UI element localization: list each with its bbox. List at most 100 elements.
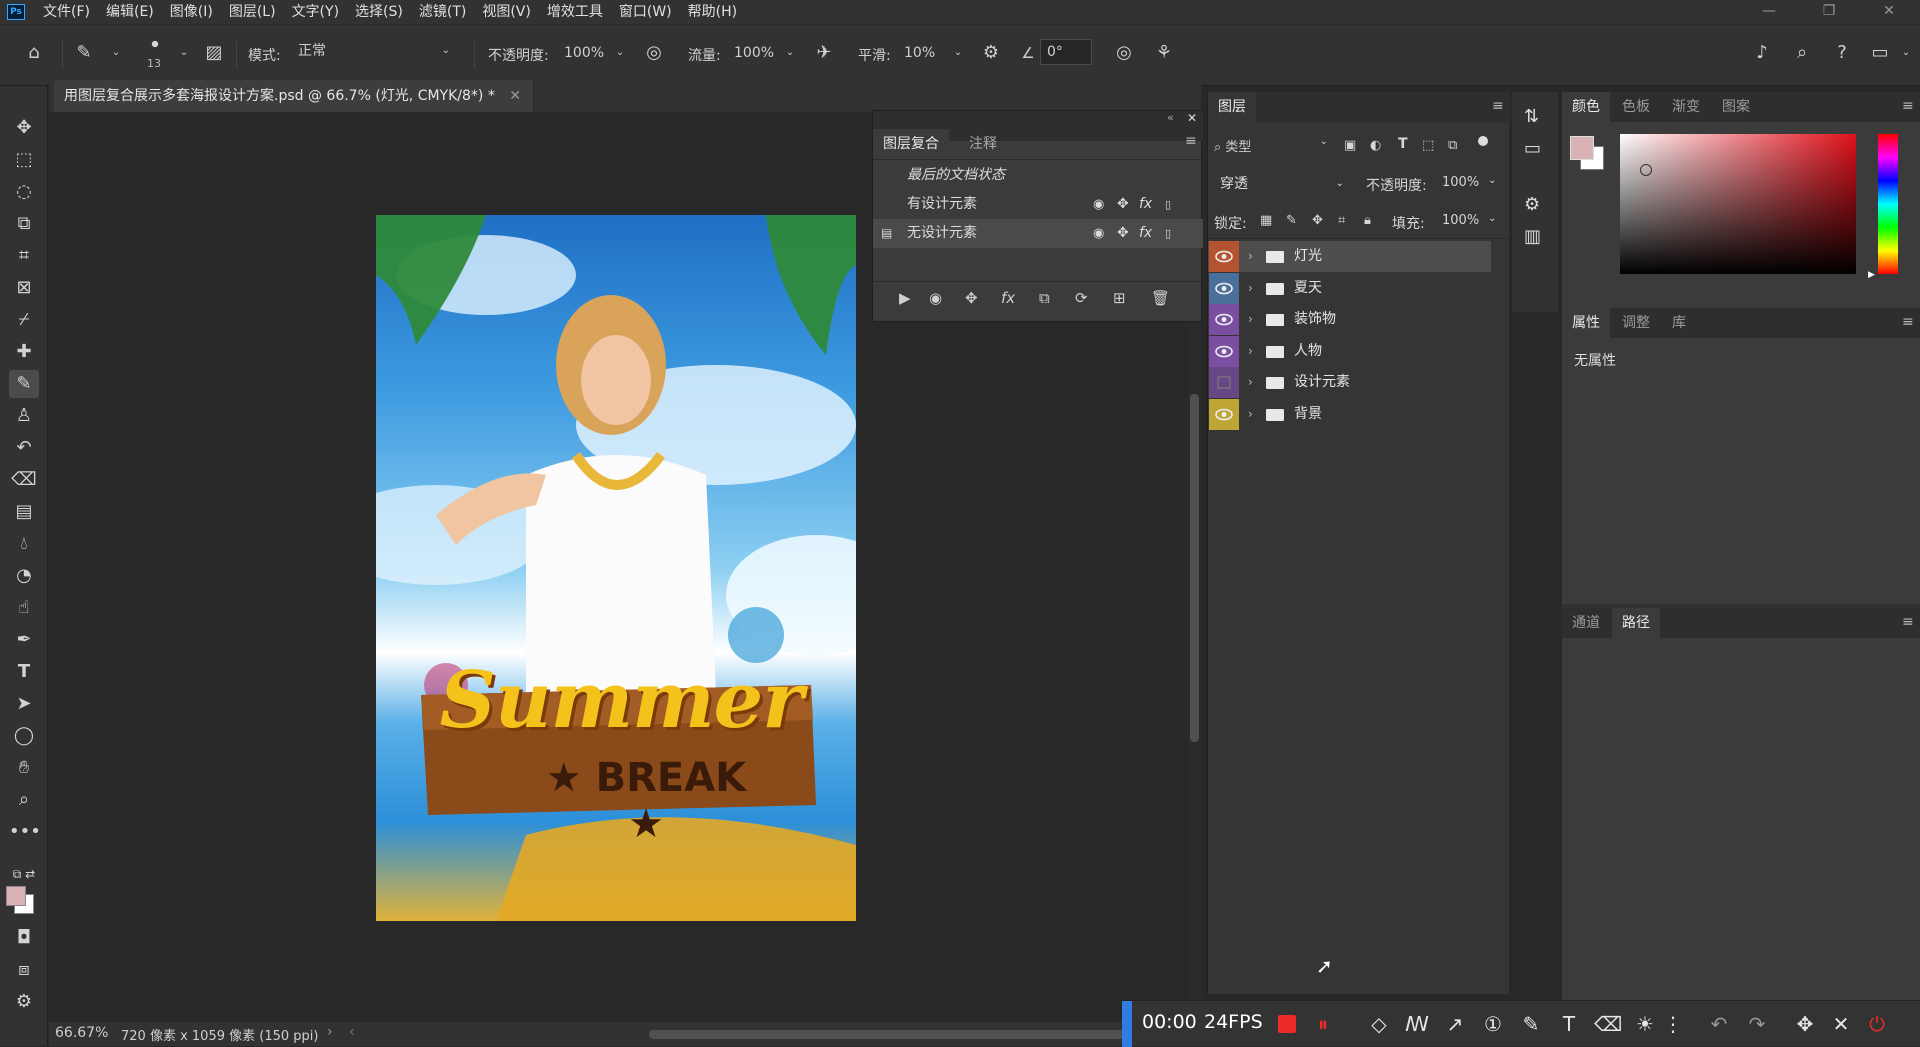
tab-gradients[interactable]: 渐变: [1662, 92, 1710, 122]
spotlight-icon[interactable]: ☀: [1632, 1011, 1658, 1037]
hue-slider-marker[interactable]: ▶: [1868, 270, 1875, 280]
home-icon[interactable]: ⌂: [22, 41, 46, 65]
symmetry-icon[interactable]: ⚘: [1152, 41, 1176, 65]
blend-mode-select[interactable]: 穿透 ⌄: [1214, 172, 1350, 196]
bell-icon[interactable]: ♪: [1750, 41, 1774, 65]
panel-menu-icon[interactable]: ≡: [1902, 98, 1914, 114]
layer-visibility-icon[interactable]: [1209, 304, 1239, 335]
layer-visibility-icon[interactable]: [1209, 335, 1239, 367]
refresh-icon[interactable]: ⟳: [1075, 289, 1088, 307]
appearance-icon[interactable]: ▯: [1165, 219, 1171, 248]
appearance-icon[interactable]: ▯: [1165, 190, 1171, 219]
smudge-tool-icon[interactable]: ☝: [9, 594, 39, 622]
stamp-tool-icon[interactable]: ♙: [9, 402, 39, 430]
chevron-down-icon[interactable]: ⌄: [778, 41, 802, 65]
opacity-value[interactable]: 100%: [564, 45, 604, 61]
history-brush-tool-icon[interactable]: ↶: [9, 434, 39, 462]
layer-visibility-icon[interactable]: [1209, 241, 1239, 272]
foreground-swatch[interactable]: [1570, 136, 1594, 160]
play-icon[interactable]: ▶: [899, 289, 911, 307]
minimize-icon[interactable]: —: [1746, 0, 1792, 24]
move-toolbar-icon[interactable]: ✥: [1792, 1011, 1818, 1037]
layer-row[interactable]: › 灯光: [1208, 241, 1491, 272]
chevron-down-icon[interactable]: ⌄: [172, 41, 196, 65]
search-icon[interactable]: ⌕: [1790, 41, 1814, 65]
eyedropper-tool-icon[interactable]: ⌿: [9, 306, 39, 334]
apply-position-icon[interactable]: ✥: [965, 289, 978, 307]
edit-toolbar-icon[interactable]: ⚙: [9, 988, 39, 1016]
menu-select[interactable]: 选择(S): [347, 0, 411, 24]
hand-tool-icon[interactable]: ✋︎: [9, 754, 39, 782]
filter-type-icon[interactable]: T: [1398, 136, 1408, 152]
expand-group-icon[interactable]: ›: [1248, 241, 1253, 272]
airbrush-icon[interactable]: ✈: [812, 41, 836, 65]
angle-input[interactable]: 0°: [1040, 39, 1092, 65]
filter-pixel-icon[interactable]: ▣: [1344, 138, 1356, 153]
filter-toggle-icon[interactable]: [1478, 136, 1488, 146]
close-panel-icon[interactable]: ✕: [1187, 111, 1197, 125]
collapse-panel-icon[interactable]: «: [1167, 111, 1174, 124]
comp-row[interactable]: 有设计元素 ◉ ✥ fx ▯: [873, 190, 1203, 219]
menu-plugins[interactable]: 增效工具: [539, 0, 611, 24]
chevron-left-icon[interactable]: ‹: [349, 1024, 355, 1040]
fx-icon[interactable]: fx: [1139, 190, 1152, 219]
tab-patterns[interactable]: 图案: [1712, 92, 1760, 122]
panel-menu-icon[interactable]: ≡: [1185, 133, 1197, 149]
mode-select[interactable]: 正常 ⌄: [292, 39, 458, 65]
layer-row[interactable]: › 夏天: [1208, 272, 1491, 304]
chevron-down-icon[interactable]: ⌄: [1488, 175, 1496, 186]
visibility-icon[interactable]: ◉: [1093, 219, 1104, 248]
lock-transparent-icon[interactable]: ▦: [1260, 213, 1272, 228]
help-icon[interactable]: ?: [1830, 41, 1854, 65]
blur-tool-icon[interactable]: 💧︎: [9, 530, 39, 558]
position-icon[interactable]: ✥: [1117, 190, 1129, 219]
quick-mask-icon[interactable]: ◘: [9, 924, 39, 952]
tab-layer-comps[interactable]: 图层复合: [873, 129, 949, 159]
expand-group-icon[interactable]: ›: [1248, 336, 1253, 367]
chevron-down-icon[interactable]: ⌄: [104, 41, 128, 65]
pen-tool-icon[interactable]: ✒: [9, 626, 39, 654]
object-select-tool-icon[interactable]: ⧉: [9, 210, 39, 238]
pause-record-icon[interactable]: ⏸︎: [1310, 1011, 1336, 1037]
number-icon[interactable]: ①: [1480, 1011, 1506, 1037]
apply-fx-icon[interactable]: fx: [1001, 289, 1015, 307]
scrollbar-thumb[interactable]: [1190, 394, 1199, 742]
path-select-tool-icon[interactable]: ➤: [9, 690, 39, 718]
filter-smart-object-icon[interactable]: ⧉: [1448, 138, 1457, 153]
text-icon[interactable]: T: [1556, 1011, 1582, 1037]
shape-icon[interactable]: ◇: [1366, 1011, 1392, 1037]
lock-artboard-icon[interactable]: ⌗: [1338, 213, 1345, 228]
arrow-icon[interactable]: ↗: [1442, 1011, 1468, 1037]
chevron-down-icon[interactable]: ⌄: [1894, 41, 1918, 65]
comment-icon[interactable]: ▭: [1524, 138, 1541, 159]
stop-record-icon[interactable]: [1278, 1015, 1296, 1033]
new-comp-icon[interactable]: ⊞: [1113, 289, 1126, 307]
menu-file[interactable]: 文件(F): [35, 0, 98, 24]
panel-menu-icon[interactable]: ≡: [1902, 614, 1914, 630]
smooth-value[interactable]: 10%: [904, 45, 935, 61]
horizontal-scrollbar-thumb[interactable]: [649, 1030, 1129, 1039]
more-tools-icon[interactable]: •••: [9, 818, 41, 846]
hue-slider[interactable]: [1878, 134, 1898, 274]
tab-swatches[interactable]: 色板: [1612, 92, 1660, 122]
eraser-tool-icon[interactable]: ⌫: [9, 466, 39, 494]
move-tool-icon[interactable]: ✥: [9, 114, 39, 142]
menu-layer[interactable]: 图层(L): [221, 0, 284, 24]
filter-shape-icon[interactable]: ⬚: [1422, 138, 1434, 153]
visibility-icon[interactable]: ◉: [1093, 190, 1104, 219]
close-window-icon[interactable]: ✕: [1866, 0, 1912, 24]
document-tab[interactable]: 用图层复合展示多套海报设计方案.psd @ 66.7% (灯光, CMYK/8*…: [54, 80, 535, 112]
fx-icon[interactable]: fx: [1139, 219, 1152, 248]
lasso-tool-icon[interactable]: ◌: [9, 178, 39, 206]
tab-properties[interactable]: 属性: [1562, 308, 1610, 338]
measure-icon[interactable]: ▥: [1524, 226, 1541, 247]
flow-value[interactable]: 100%: [734, 45, 774, 61]
layer-visibility-icon[interactable]: [1209, 367, 1239, 398]
menu-image[interactable]: 图像(I): [162, 0, 221, 24]
pressure-opacity-icon[interactable]: ◎: [642, 41, 666, 65]
chevron-down-icon[interactable]: ⌄: [1488, 213, 1496, 224]
layer-row[interactable]: › 设计元素: [1208, 367, 1491, 398]
color-picker-marker[interactable]: [1640, 164, 1652, 176]
menu-window[interactable]: 窗口(W): [611, 0, 680, 24]
gradient-tool-icon[interactable]: ▤: [9, 498, 39, 526]
